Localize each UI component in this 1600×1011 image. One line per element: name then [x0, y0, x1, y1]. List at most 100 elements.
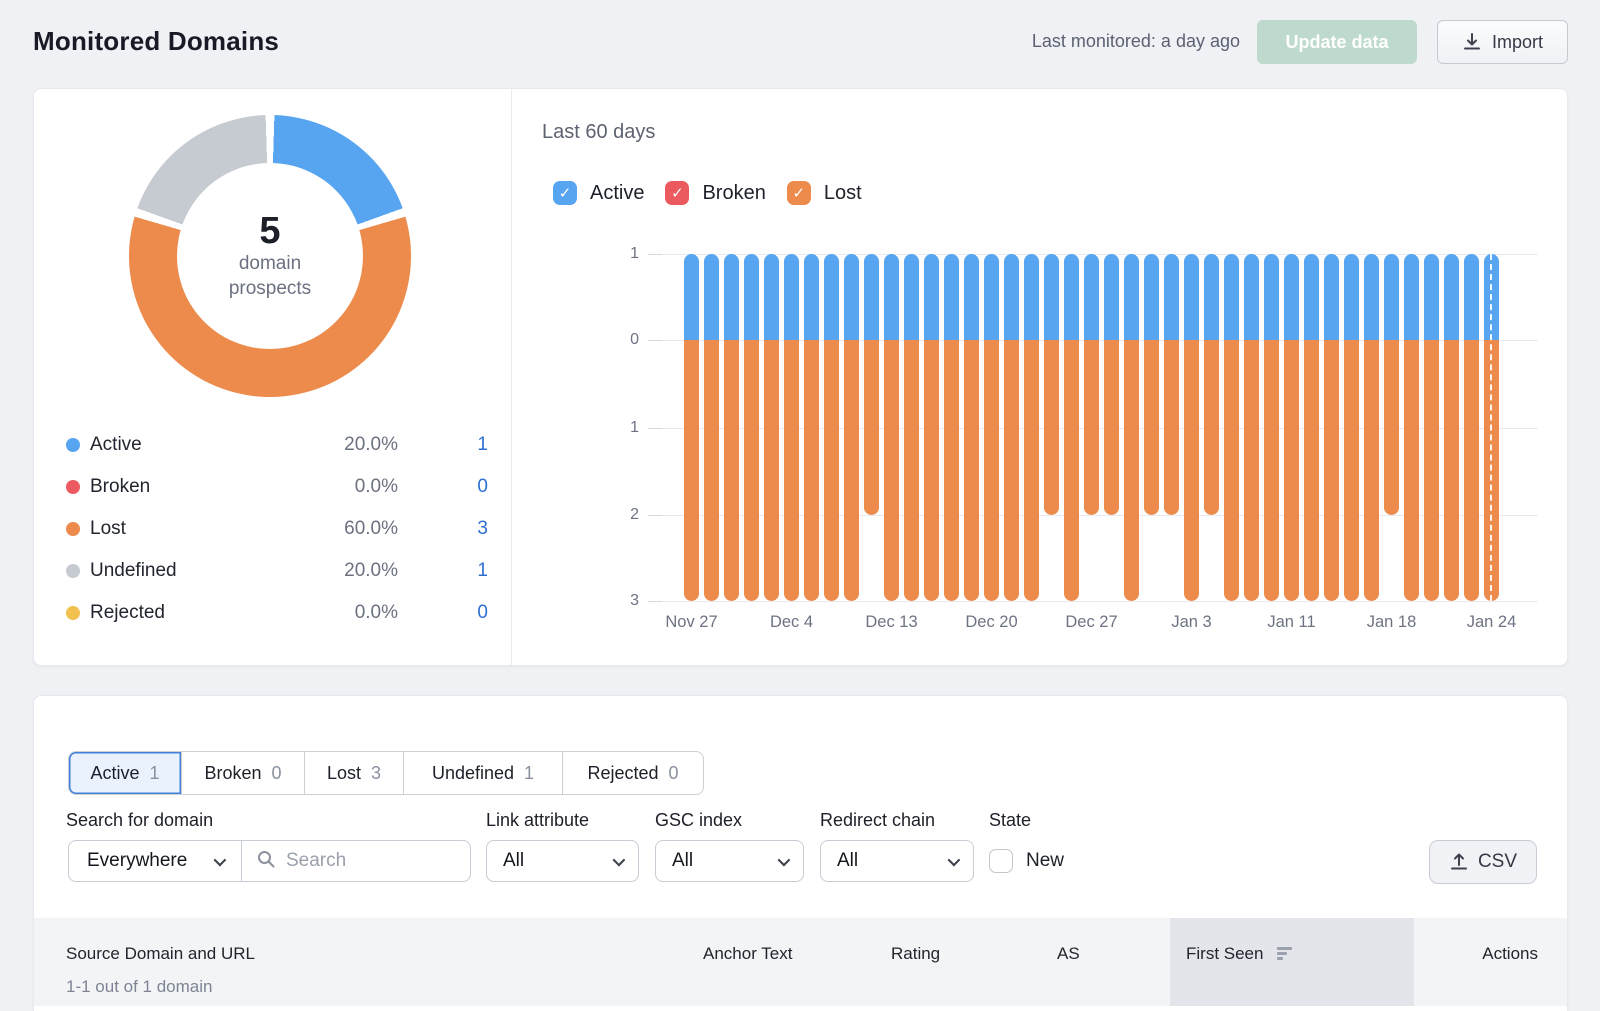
bar-day-25	[1184, 254, 1199, 601]
bar-lost-segment	[1224, 340, 1239, 601]
domain-search-control: Everywhere Search	[68, 840, 471, 882]
bar-lost-segment	[1304, 340, 1319, 601]
bar-lost-segment	[884, 340, 899, 601]
update-data-button[interactable]: Update data	[1257, 20, 1417, 64]
bar-day-39	[1464, 254, 1479, 601]
bar-day-27	[1224, 254, 1239, 601]
broken-checkbox-checked-icon[interactable]: ✓	[665, 181, 689, 205]
legend-percent: 60.0%	[298, 518, 398, 540]
tab-count: 0	[669, 763, 679, 784]
bar-day-17	[1024, 254, 1039, 601]
bar-lost-segment	[1444, 340, 1459, 601]
col-actions: Actions	[1482, 944, 1538, 964]
toggle-broken[interactable]: ✓ Broken	[665, 181, 765, 205]
bar-active-segment	[1424, 254, 1439, 340]
bar-day-10	[884, 254, 899, 601]
bar-active-segment	[964, 254, 979, 340]
bar-active-segment	[1144, 254, 1159, 340]
search-scope-dropdown[interactable]: Everywhere	[69, 841, 242, 881]
bar-day-11	[904, 254, 919, 601]
upload-icon	[1449, 852, 1469, 872]
state-new-filter[interactable]: New	[989, 849, 1064, 873]
bar-day-37	[1424, 254, 1439, 601]
search-input[interactable]: Search	[242, 849, 470, 874]
bar-lost-segment	[1144, 340, 1159, 515]
bar-active-segment	[844, 254, 859, 340]
search-scope-value: Everywhere	[87, 850, 187, 872]
bar-active-segment	[984, 254, 999, 340]
broken-dot-icon	[66, 480, 80, 494]
legend-count-link[interactable]: 3	[398, 518, 488, 540]
tab-rejected[interactable]: Rejected 0	[563, 752, 703, 794]
bar-day-0	[684, 254, 699, 601]
legend-row-lost: Lost 60.0% 3	[66, 508, 488, 550]
x-axis-tick: Jan 3	[1143, 613, 1241, 632]
y-axis-tick: 3	[630, 592, 639, 610]
bar-day-30	[1284, 254, 1299, 601]
x-axis-tick: Dec 13	[843, 613, 941, 632]
bar-day-5	[784, 254, 799, 601]
import-button[interactable]: Import	[1437, 20, 1568, 64]
bar-lost-segment	[684, 340, 699, 601]
bar-active-segment	[764, 254, 779, 340]
bar-day-35	[1384, 254, 1399, 515]
bar-day-16	[1004, 254, 1019, 601]
lost-checkbox-checked-icon[interactable]: ✓	[787, 181, 811, 205]
bar-active-segment	[944, 254, 959, 340]
toggle-active[interactable]: ✓ Active	[553, 181, 644, 205]
donut-center-label-2: prospects	[229, 276, 311, 301]
col-rating: Rating	[891, 944, 940, 964]
bar-active-segment	[1284, 254, 1299, 340]
chevron-down-icon	[214, 853, 227, 866]
bar-day-31	[1304, 254, 1319, 601]
bar-lost-segment	[924, 340, 939, 601]
tab-undefined[interactable]: Undefined 1	[404, 752, 563, 794]
link-attribute-select[interactable]: All	[486, 840, 639, 882]
legend-label: Active	[90, 434, 298, 456]
bar-lost-segment	[1284, 340, 1299, 601]
legend-percent: 20.0%	[298, 434, 398, 456]
bar-active-segment	[1044, 254, 1059, 340]
bar-day-12	[924, 254, 939, 601]
tab-broken[interactable]: Broken 0	[182, 752, 305, 794]
bar-day-9	[864, 254, 879, 515]
bar-day-33	[1344, 254, 1359, 601]
bar-lost-segment	[744, 340, 759, 601]
bar-active-segment	[824, 254, 839, 340]
export-csv-button[interactable]: CSV	[1429, 840, 1537, 884]
x-axis-tick: Dec 20	[943, 613, 1041, 632]
update-data-label: Update data	[1285, 32, 1388, 53]
prospects-table-card: Active 1 Broken 0 Lost 3 Undefined 1 Rej…	[33, 695, 1568, 1011]
redirect-chain-select[interactable]: All	[820, 840, 974, 882]
bar-day-20	[1084, 254, 1099, 515]
x-axis-tick: Jan 11	[1243, 613, 1341, 632]
toggle-lost[interactable]: ✓ Lost	[787, 181, 862, 205]
legend-count-link[interactable]: 1	[398, 434, 488, 456]
legend-count-link[interactable]: 0	[398, 602, 488, 624]
col-anchor-text: Anchor Text	[703, 944, 792, 964]
bar-day-24	[1164, 254, 1179, 515]
search-for-domain-label: Search for domain	[66, 810, 213, 831]
bar-day-29	[1264, 254, 1279, 601]
col-first-seen[interactable]: First Seen	[1186, 944, 1292, 964]
tab-lost[interactable]: Lost 3	[305, 752, 404, 794]
tab-label: Undefined	[432, 763, 514, 784]
bar-lost-segment	[1424, 340, 1439, 601]
bar-lost-segment	[1064, 340, 1079, 601]
tab-active[interactable]: Active 1	[69, 752, 182, 794]
legend-count-link[interactable]: 1	[398, 560, 488, 582]
y-axis-tick: 1	[630, 419, 639, 437]
bar-lost-segment	[1204, 340, 1219, 515]
bar-active-segment	[1464, 254, 1479, 340]
gsc-index-label: GSC index	[655, 810, 742, 831]
bar-day-13	[944, 254, 959, 601]
bar-active-segment	[1204, 254, 1219, 340]
legend-label: Rejected	[90, 602, 298, 624]
new-checkbox-unchecked-icon[interactable]	[989, 849, 1013, 873]
bar-active-segment	[1064, 254, 1079, 340]
bar-day-3	[744, 254, 759, 601]
active-checkbox-checked-icon[interactable]: ✓	[553, 181, 577, 205]
bar-active-segment	[1004, 254, 1019, 340]
gsc-index-select[interactable]: All	[655, 840, 804, 882]
legend-count-link[interactable]: 0	[398, 476, 488, 498]
